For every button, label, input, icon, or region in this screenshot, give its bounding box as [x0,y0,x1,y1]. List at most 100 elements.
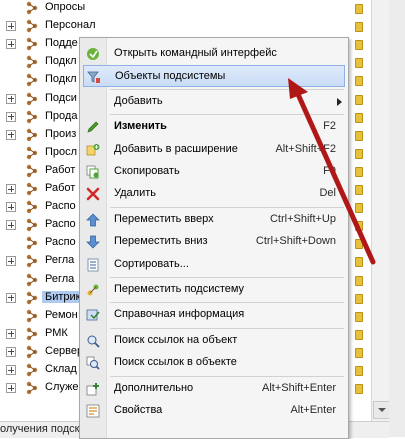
menu-item[interactable]: Объекты подсистемы [83,65,345,88]
menu-item[interactable]: Сортировать... [80,254,348,276]
tree-item-label: Регла [45,272,75,285]
menu-separator [110,88,344,90]
object-status-icon [355,148,363,159]
tree-item-label: Распо [45,218,76,231]
menu-item[interactable]: Переместить вниз Ctrl+Shift+Down [80,231,348,253]
tree-item[interactable]: Опросы [0,0,371,17]
menu-item-label: Поиск ссылок в объекте [114,356,237,369]
object-status-icon [355,293,363,304]
tree-item[interactable]: Персонал [0,17,371,35]
object-status-icon [355,76,363,87]
extra-icon [86,382,100,396]
menu-item-label: Открыть командный интерфейс [114,47,277,59]
add-extension-icon [86,143,100,157]
object-status-icon [355,384,363,395]
menu-item[interactable]: Поиск ссылок на объект [80,330,348,352]
expand-plus-icon[interactable] [6,220,16,231]
subsystem-icon [25,19,39,33]
expand-plus-icon[interactable] [6,328,16,339]
menu-item-label: Переместить вниз [114,235,208,248]
subsystem-icon [25,55,39,69]
tree-item-label: Работ [45,163,76,176]
subsystem-icon [25,37,39,51]
subsystem-icon [25,218,39,232]
expand-plus-icon[interactable] [6,292,16,303]
subsystem-icon [25,73,39,87]
menu-separator [110,206,344,208]
object-status-icon [355,221,363,232]
menu-item[interactable]: Изменить F2 [80,116,348,138]
tree-item-label: Распо [45,236,76,249]
menu-item[interactable]: Переместить вверх Ctrl+Shift+Up [80,209,348,231]
object-status-icon [355,366,363,376]
menu-item[interactable]: Добавить в расширение Alt+Shift+F2 [80,139,348,161]
tree-scrollbar[interactable] [371,0,390,421]
context-menu: Открыть командный интерфейс Объекты подси… [79,37,349,439]
subsystem-icon [25,291,39,305]
menu-item[interactable]: Открыть командный интерфейс [80,43,348,65]
menu-item-label: Сортировать... [114,257,189,270]
menu-separator [110,277,344,278]
tree-item-label: Подкл [45,55,77,68]
menu-item-label: Объекты подсистемы [115,70,226,83]
expand-plus-icon[interactable] [6,202,16,213]
expand-plus-icon[interactable] [6,129,16,140]
expand-plus-icon[interactable] [6,346,16,357]
move-subsystem-icon [86,283,100,297]
menu-item-shortcut: Alt+Shift+F2 [275,142,336,155]
menu-item-label: Переместить вверх [114,212,214,225]
menu-item-label: Переместить подсистему [114,283,245,295]
menu-item[interactable]: Свойства Alt+Enter [80,400,348,422]
expand-plus-icon[interactable] [6,21,16,32]
menu-item[interactable]: Поиск ссылок в объекте [80,352,348,374]
expand-plus-icon[interactable] [6,383,16,394]
object-status-icon [355,166,363,177]
menu-item-shortcut: Del [319,187,336,200]
menu-item-shortcut: F2 [323,120,336,133]
delete-icon [86,187,100,201]
subsystem-icon [25,273,39,287]
expand-plus-icon[interactable] [6,365,16,375]
menu-separator [110,114,344,116]
subsystem-icon [25,200,39,214]
object-status-icon [355,329,363,340]
object-status-icon [355,275,363,286]
object-status-icon [355,22,363,33]
expand-plus-icon[interactable] [6,111,16,122]
object-status-icon [355,203,363,214]
menu-item[interactable]: Удалить Del [80,183,348,205]
menu-item[interactable]: Справочная информация [80,304,348,326]
menu-item-label: Добавить в расширение [114,142,238,155]
copy-icon [86,165,100,179]
expand-plus-icon[interactable] [6,184,16,194]
menu-item[interactable]: Скопировать F9 [80,161,348,183]
tree-item-label: Опросы [45,1,86,13]
tree-item-label: Сервер [45,344,84,357]
find-refs-to-icon [86,334,100,348]
menu-separator [110,327,344,329]
object-status-icon [355,257,363,268]
filter-objects-icon [87,70,101,84]
expand-plus-icon[interactable] [6,93,16,104]
object-status-icon [355,94,363,105]
menu-item-shortcut: Ctrl+Shift+Up [269,212,336,225]
submenu-arrow-icon [337,97,342,106]
menu-item-label: Добавить [114,94,163,107]
menu-item[interactable]: Переместить подсистему [80,279,348,301]
expand-plus-icon[interactable] [6,256,16,267]
find-refs-in-icon [86,356,100,370]
expand-plus-icon[interactable] [6,39,16,50]
tree-item-label: РМК [45,326,68,339]
object-status-icon [355,311,363,322]
menu-item[interactable]: Добавить [80,91,348,113]
tree-item-label: Просл [45,145,78,158]
menu-separator [110,375,344,377]
tree-item-label: Прода [45,109,78,122]
scroll-down-button[interactable] [373,401,390,419]
menu-item[interactable]: Дополнительно Alt+Shift+Enter [80,378,348,400]
tree-item-label: Подкл [45,73,77,86]
right-edge-panel [389,0,405,437]
subsystem-icon [25,1,39,15]
subsystem-icon [25,345,39,359]
tree-item-label: Подде [45,37,78,50]
